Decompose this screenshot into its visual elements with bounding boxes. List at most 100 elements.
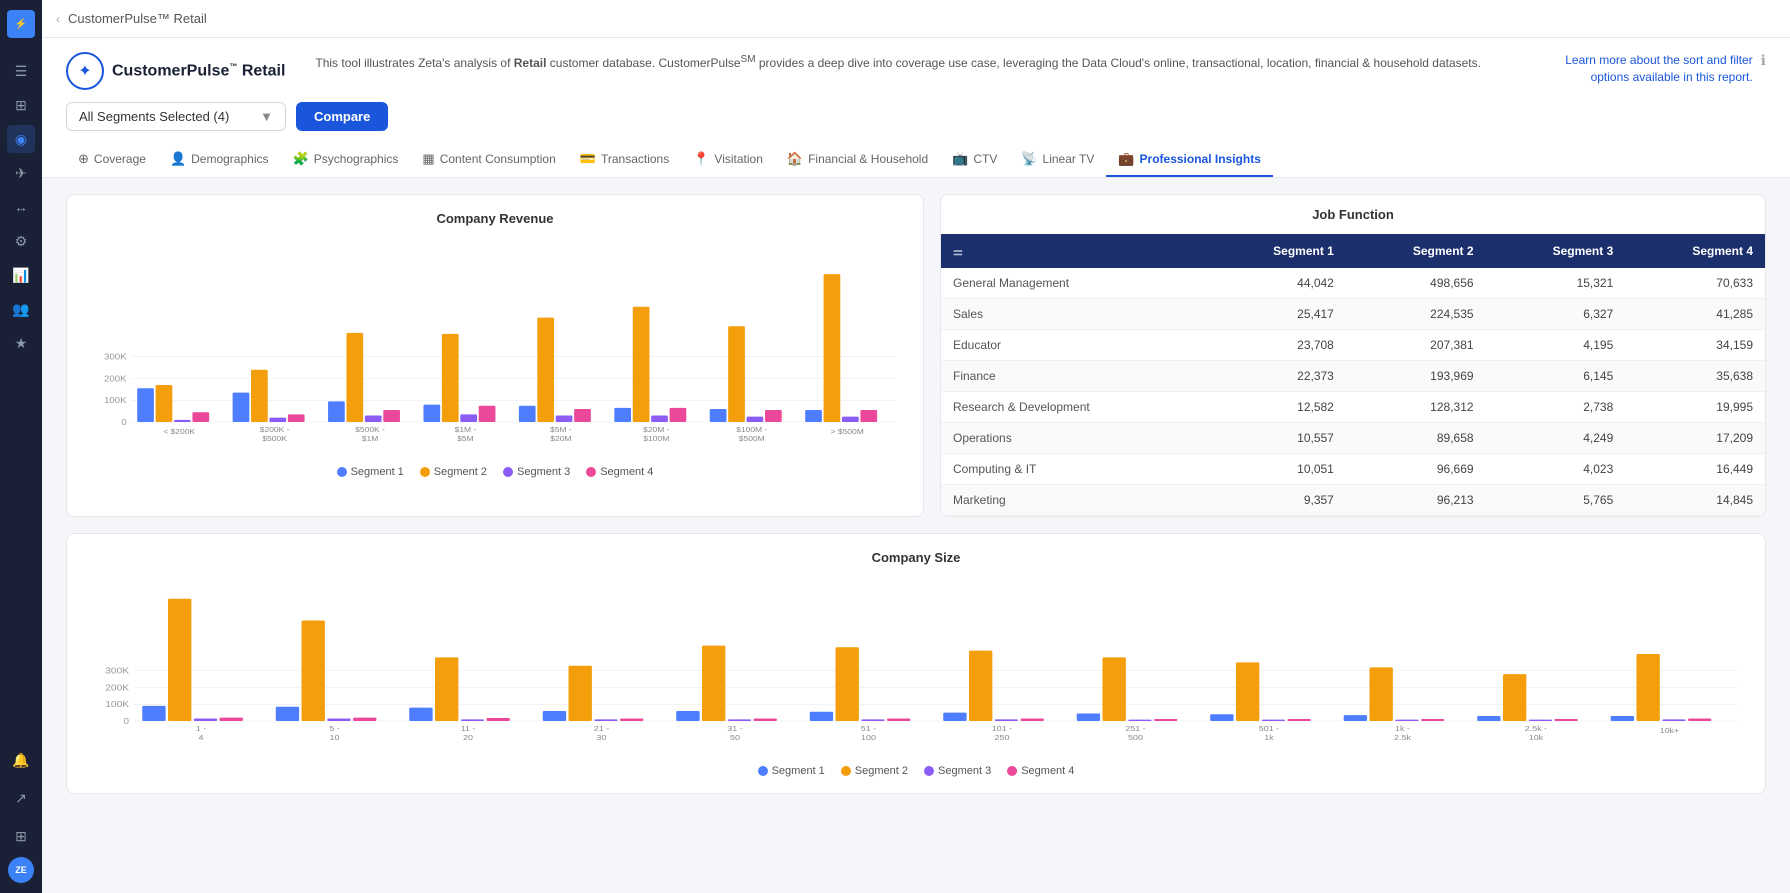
row-s4: 70,633 (1625, 268, 1765, 299)
charts-row-1: Company Revenue 0100K200K300K< $200K$200… (66, 194, 1766, 517)
tab-financial[interactable]: 🏠 Financial & Household (775, 143, 940, 177)
sidebar-icon-star[interactable]: ★ (7, 329, 35, 357)
tab-linear-label: Linear TV (1043, 152, 1095, 166)
col-header-s3: Segment 3 (1486, 234, 1626, 268)
segment2-dot (420, 467, 430, 477)
ctv-icon: 📺 (952, 151, 968, 167)
tab-transactions-label: Transactions (601, 152, 669, 166)
svg-text:5 -: 5 - (329, 725, 340, 733)
toolbar: All Segments Selected (4) ▼ Compare (66, 102, 1766, 131)
job-function-title: Job Function (941, 195, 1765, 234)
svg-text:300K: 300K (104, 353, 127, 362)
row-s2: 96,669 (1346, 454, 1486, 485)
tab-financial-label: Financial & Household (808, 152, 928, 166)
sidebar-icon-people[interactable]: 👥 (7, 295, 35, 323)
tab-content[interactable]: ▦ Content Consumption (410, 143, 567, 177)
demographics-icon: 👤 (170, 151, 186, 167)
svg-text:101 -: 101 - (992, 725, 1013, 733)
tab-professional-label: Professional Insights (1140, 152, 1261, 166)
svg-text:20: 20 (463, 734, 474, 742)
sidebar-icon-nav2[interactable]: ↔ (7, 193, 35, 221)
sidebar-icon-bell[interactable]: 🔔 (7, 746, 35, 774)
tab-visitation[interactable]: 📍 Visitation (681, 143, 775, 177)
svg-text:$500M: $500M (739, 435, 765, 443)
sidebar-icon-menu[interactable]: ☰ (7, 57, 35, 85)
svg-text:200K: 200K (105, 684, 130, 693)
company-revenue-card: Company Revenue 0100K200K300K< $200K$200… (66, 194, 924, 517)
chevron-down-icon: ▼ (260, 109, 273, 124)
svg-text:51 -: 51 - (861, 725, 877, 733)
row-label: Marketing (941, 485, 1206, 516)
svg-text:$500K -: $500K - (355, 426, 385, 434)
main-area: ‹ CustomerPulse™ Retail ✦ CustomerPulse™… (42, 0, 1790, 893)
svg-text:2.5k: 2.5k (1394, 734, 1412, 742)
sidebar-icon-nav1[interactable]: ✈ (7, 159, 35, 187)
tab-ctv-label: CTV (973, 152, 997, 166)
row-s3: 4,023 (1486, 454, 1626, 485)
row-s3: 4,249 (1486, 423, 1626, 454)
transactions-icon: 💳 (580, 151, 596, 167)
row-label: Operations (941, 423, 1206, 454)
sidebar-icon-active[interactable]: ◉ (7, 125, 35, 153)
col-header-s1: Segment 1 (1206, 234, 1346, 268)
svg-text:$20M -: $20M - (643, 426, 670, 434)
sidebar-icon-home[interactable]: ⊞ (7, 91, 35, 119)
svg-text:11 -: 11 - (461, 725, 476, 733)
legend-size-s4: Segment 4 (1007, 765, 1074, 777)
table-header-row: ⚌ Segment 1 Segment 2 Segment 3 Segment … (941, 234, 1765, 268)
tab-coverage[interactable]: ⊕ Coverage (66, 143, 158, 177)
row-s4: 35,638 (1625, 361, 1765, 392)
sidebar-icon-share[interactable]: ↗ (7, 784, 35, 812)
back-chevron[interactable]: ‹ (56, 12, 60, 26)
segment3-dot (503, 467, 513, 477)
segment1-label: Segment 1 (351, 466, 404, 478)
professional-icon: 💼 (1118, 151, 1134, 167)
sidebar-icon-grid[interactable]: ⊞ (7, 822, 35, 850)
charts-area: Company Revenue 0100K200K300K< $200K$200… (42, 178, 1790, 810)
svg-text:10: 10 (330, 734, 341, 742)
size-s4-dot (1007, 766, 1017, 776)
segment2-label: Segment 2 (434, 466, 487, 478)
col-header-label: ⚌ (941, 234, 1206, 268)
row-s2: 207,381 (1346, 330, 1486, 361)
job-function-table: ⚌ Segment 1 Segment 2 Segment 3 Segment … (941, 234, 1765, 516)
tab-visitation-label: Visitation (714, 152, 762, 166)
svg-text:250: 250 (994, 734, 1010, 742)
segment-dropdown[interactable]: All Segments Selected (4) ▼ (66, 102, 286, 131)
tab-ctv[interactable]: 📺 CTV (940, 143, 1009, 177)
tab-professional[interactable]: 💼 Professional Insights (1106, 143, 1273, 177)
svg-text:$100M: $100M (643, 435, 669, 443)
compare-button[interactable]: Compare (296, 102, 388, 131)
sidebar-icon-chart[interactable]: 📊 (7, 261, 35, 289)
row-s1: 22,373 (1206, 361, 1346, 392)
tab-transactions[interactable]: 💳 Transactions (568, 143, 681, 177)
svg-text:251 -: 251 - (1125, 725, 1146, 733)
segment3-label: Segment 3 (517, 466, 570, 478)
company-size-title: Company Size (83, 550, 1749, 565)
segment1-dot (337, 467, 347, 477)
row-s4: 14,845 (1625, 485, 1765, 516)
psychographics-icon: 🧩 (293, 151, 309, 167)
svg-text:500: 500 (1128, 734, 1144, 742)
svg-text:$5M -: $5M - (550, 426, 572, 434)
row-label: Computing & IT (941, 454, 1206, 485)
col-header-s2: Segment 2 (1346, 234, 1486, 268)
learn-more-link[interactable]: Learn more about the sort and filter opt… (1533, 52, 1753, 86)
tab-linear[interactable]: 📡 Linear TV (1009, 143, 1106, 177)
logo-circle: ✦ (66, 52, 104, 90)
row-s1: 25,417 (1206, 299, 1346, 330)
filter-icon[interactable]: ⚌ (953, 246, 963, 258)
row-s1: 12,582 (1206, 392, 1346, 423)
tab-psychographics[interactable]: 🧩 Psychographics (281, 143, 411, 177)
info-icon: ℹ (1761, 52, 1766, 69)
company-revenue-chart: 0100K200K300K< $200K$200K -$500K$500K -$… (83, 238, 907, 458)
content-area: ✦ CustomerPulse™ Retail This tool illust… (42, 38, 1790, 893)
row-s2: 128,312 (1346, 392, 1486, 423)
tab-demographics[interactable]: 👤 Demographics (158, 143, 281, 177)
sidebar-icon-settings[interactable]: ⚙ (7, 227, 35, 255)
svg-text:1k: 1k (1264, 734, 1275, 742)
size-s1-label: Segment 1 (772, 765, 825, 777)
job-table-body: General Management 44,042 498,656 15,321… (941, 268, 1765, 516)
svg-text:$20M: $20M (550, 435, 571, 443)
company-revenue-title: Company Revenue (83, 211, 907, 226)
